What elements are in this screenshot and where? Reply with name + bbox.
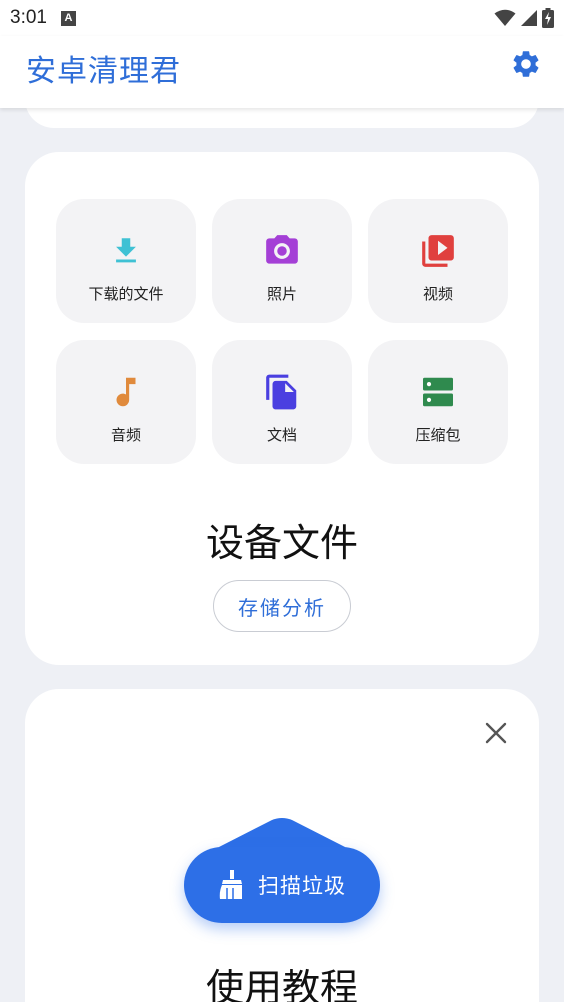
- tile-label: 压缩包: [415, 426, 461, 444]
- tile-label: 视频: [422, 285, 453, 303]
- close-button[interactable]: [482, 719, 510, 747]
- status-bar: 3:01 A: [0, 0, 564, 36]
- tile-documents[interactable]: 文档: [212, 340, 352, 464]
- close-icon: [485, 722, 507, 744]
- tutorial-card: 扫描垃圾 使用教程: [25, 689, 539, 1002]
- tile-label: 照片: [266, 285, 297, 303]
- wifi-icon: [494, 9, 516, 26]
- tile-downloads[interactable]: 下载的文件: [56, 199, 196, 323]
- music-note-icon: [106, 372, 146, 412]
- tile-videos[interactable]: 视频: [368, 199, 508, 323]
- download-icon: [106, 231, 146, 271]
- cell-signal-icon: [521, 10, 537, 26]
- tutorial-title: 使用教程: [205, 966, 358, 1002]
- app-title: 安卓清理君: [26, 54, 181, 89]
- tile-archives[interactable]: 压缩包: [368, 340, 508, 464]
- device-files-card: 下载的文件 照片 视频 音频 文档 压缩包 设备文件 存储分析: [25, 152, 539, 665]
- tile-label: 下载的文件: [88, 285, 164, 303]
- video-library-icon: [418, 231, 458, 271]
- gear-icon: [513, 51, 539, 77]
- broom-icon: [219, 870, 242, 899]
- battery-charging-icon: [542, 8, 554, 28]
- tile-label: 音频: [110, 426, 141, 444]
- storage-analysis-button[interactable]: 存储分析: [213, 580, 351, 632]
- tile-audio[interactable]: 音频: [56, 340, 196, 464]
- scan-junk-button[interactable]: 扫描垃圾: [184, 847, 380, 923]
- tile-label: 文档: [266, 426, 297, 444]
- camera-icon: [262, 231, 302, 271]
- tile-photos[interactable]: 照片: [212, 199, 352, 323]
- settings-button[interactable]: [508, 46, 544, 82]
- status-icons: [494, 8, 554, 28]
- scan-junk-label: 扫描垃圾: [258, 874, 346, 898]
- device-files-title: 设备文件: [205, 521, 358, 565]
- archive-icon: [418, 372, 458, 412]
- notification-icon: A: [60, 10, 76, 26]
- document-icon: [262, 372, 302, 412]
- app-bar: 安卓清理君: [0, 36, 564, 108]
- status-time: 3:01: [10, 7, 47, 28]
